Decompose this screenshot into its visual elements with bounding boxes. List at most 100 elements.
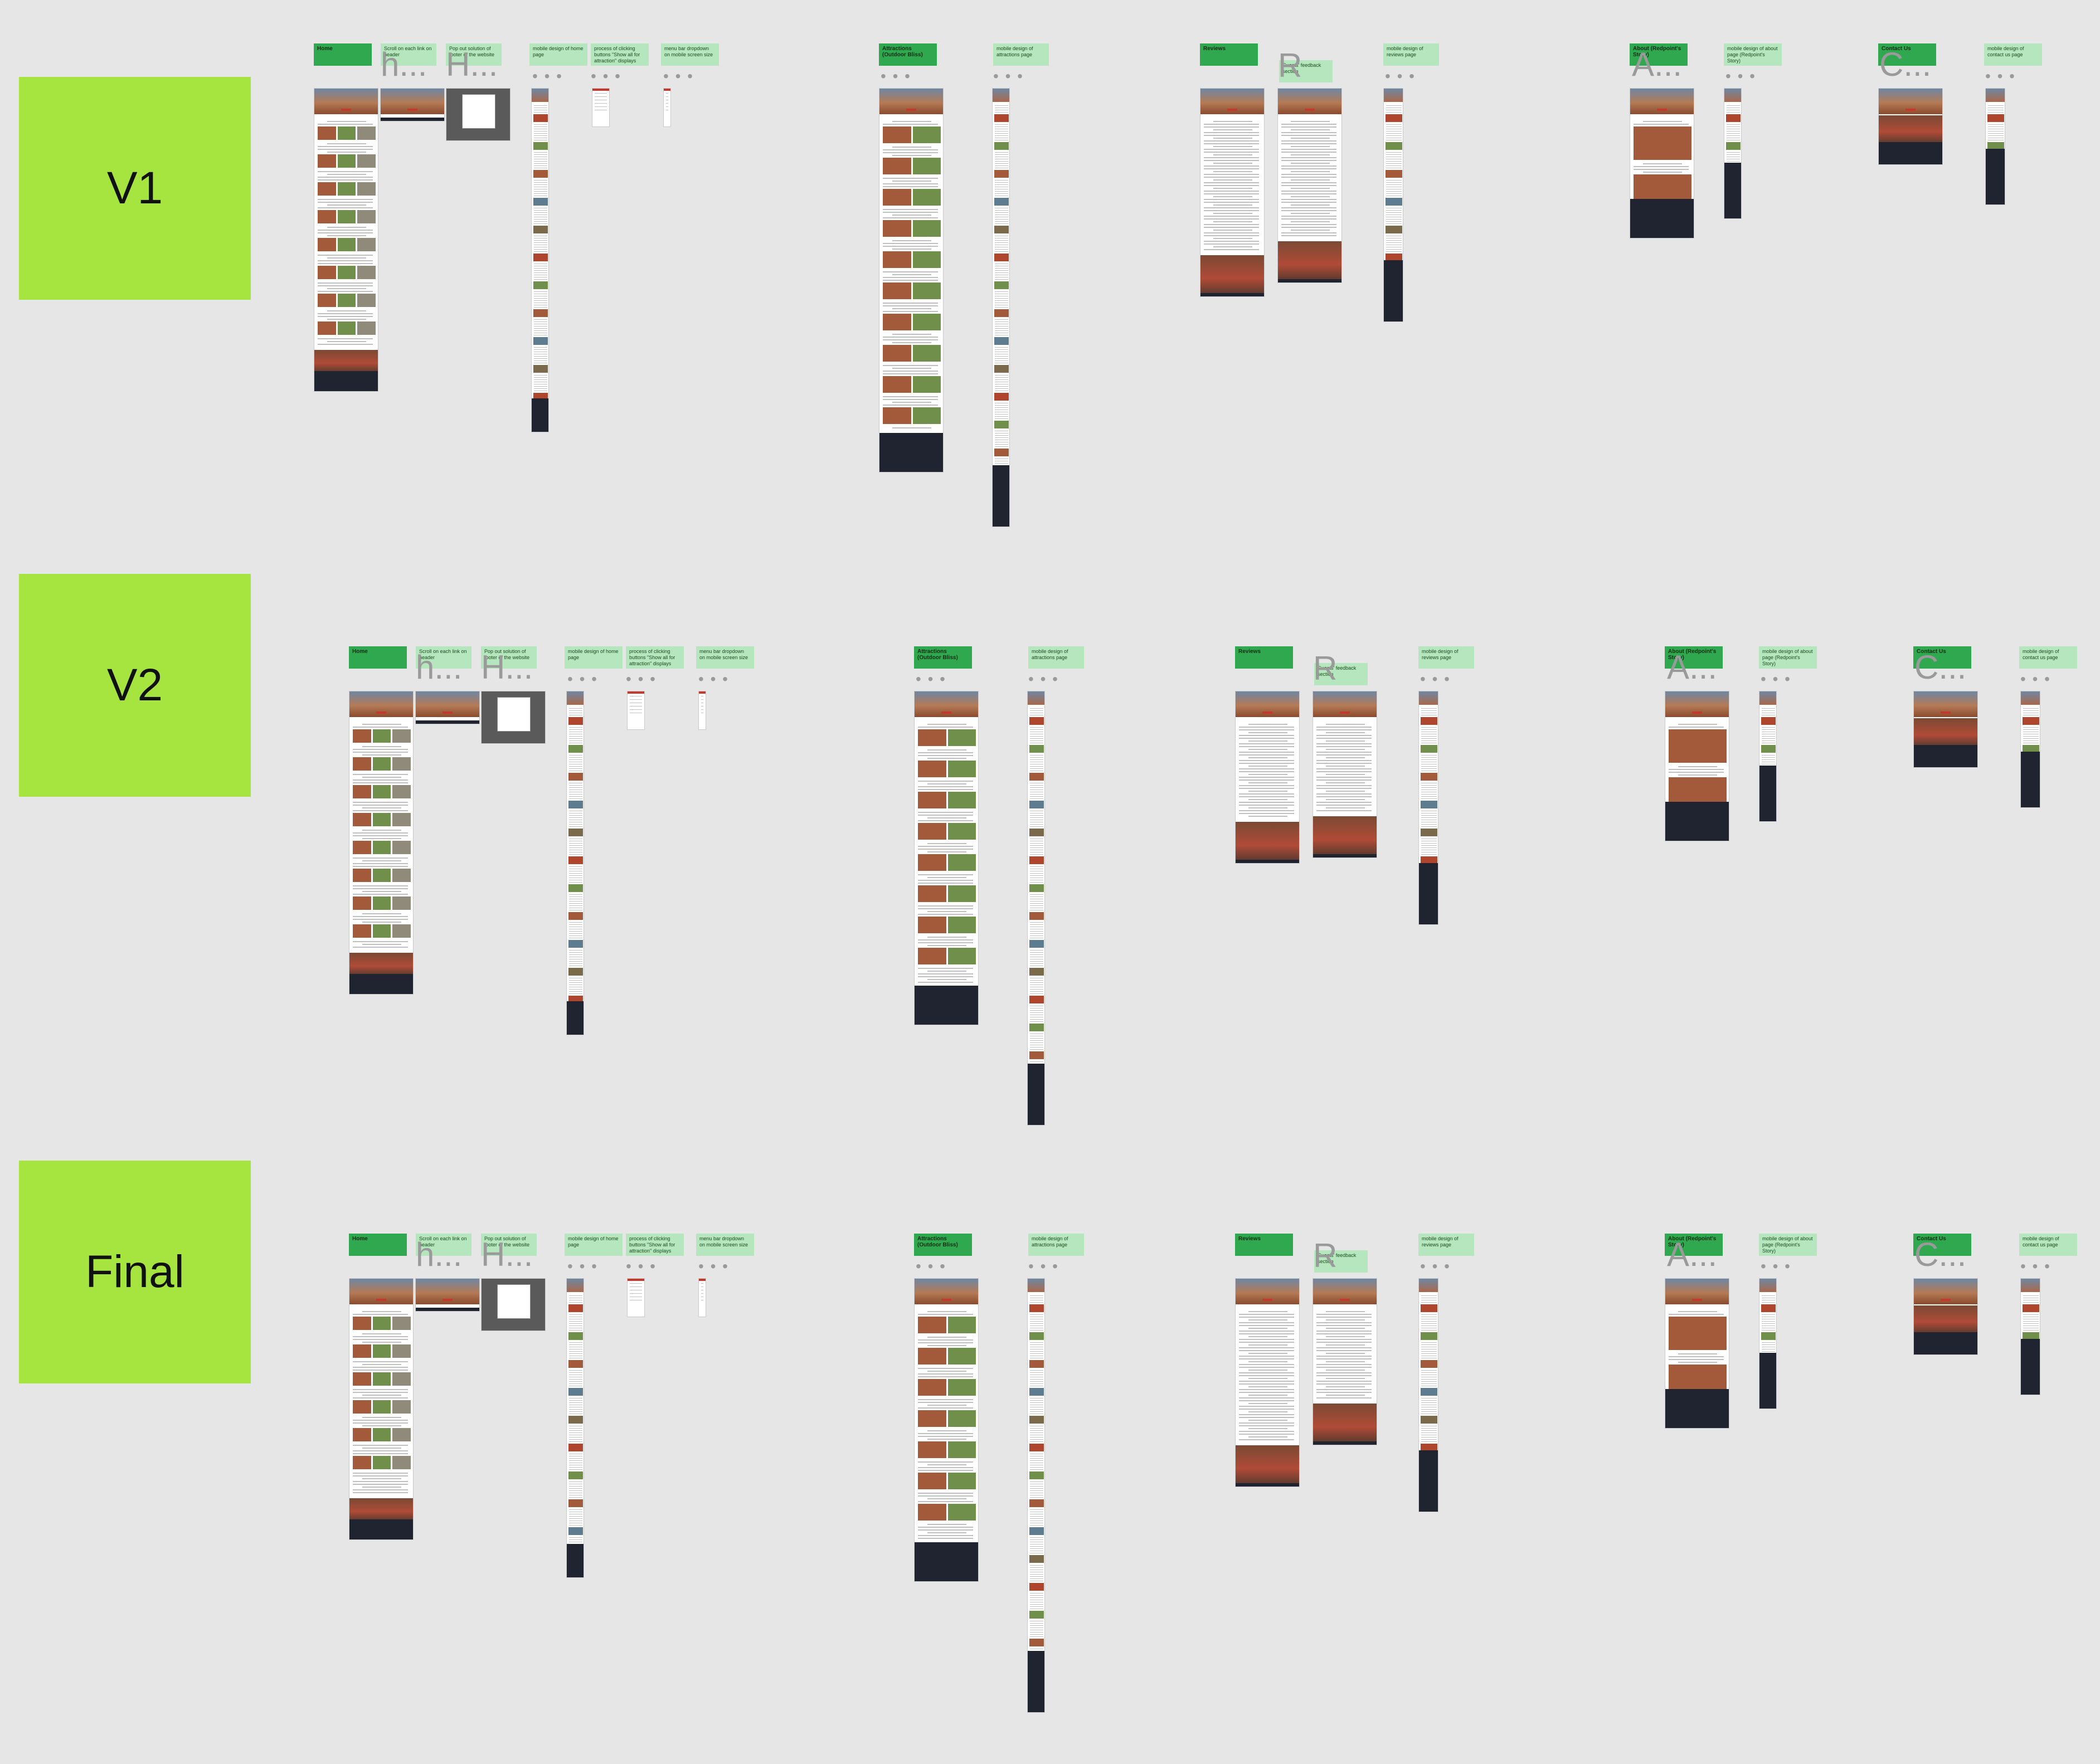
frame-home-mobile[interactable] [531, 88, 549, 432]
frame-home-scroll[interactable] [415, 691, 480, 724]
sticky-about-mobile[interactable]: mobile design of about page (Redpoint's … [1759, 646, 1817, 669]
sticky-attractions[interactable]: Attractions (Outdoor Bliss) [879, 43, 937, 66]
sticky-home[interactable]: Home [349, 646, 407, 669]
frame-reviews-mobile[interactable] [1383, 88, 1403, 322]
row-label-v1[interactable]: V1 [19, 77, 251, 300]
frame-home-scroll[interactable] [380, 88, 445, 121]
sticky-about-mobile[interactable]: mobile design of about page (Redpoint's … [1759, 1234, 1817, 1256]
sticky-reviews-mobile[interactable]: mobile design of reviews page [1418, 1234, 1474, 1256]
frame-attractions-desktop[interactable] [914, 691, 979, 1025]
sticky-reviews-mobile[interactable]: mobile design of reviews page [1383, 43, 1439, 66]
frame-home-desktop[interactable] [314, 88, 378, 392]
frame-attractions-mobile[interactable] [1027, 691, 1045, 1125]
frame-attractions-desktop[interactable] [879, 88, 944, 472]
text-line [1239, 1417, 1294, 1418]
frame-attractions-desktop[interactable] [914, 1278, 979, 1582]
frame-about-desktop[interactable] [1665, 1278, 1729, 1429]
frame-contact-desktop[interactable] [1878, 88, 1943, 165]
sticky-home-mobile[interactable]: mobile design of home page [565, 646, 623, 669]
frame-contact-mobile[interactable] [1985, 88, 2005, 205]
promo-banner [349, 1498, 413, 1521]
sticky-reviews[interactable]: Reviews [1235, 646, 1293, 669]
frame-reviews-mobile[interactable] [1418, 1278, 1438, 1512]
sticky-contact-mobile[interactable]: mobile design of contact us page [1984, 43, 2042, 66]
text-line [1248, 816, 1287, 817]
frame-contact-mobile[interactable] [2020, 691, 2040, 808]
frame-reviews-mobile[interactable] [1418, 691, 1438, 925]
sticky-about-mobile[interactable]: mobile design of about page (Redpoint's … [1724, 43, 1782, 66]
frame-home-scroll[interactable] [415, 1278, 480, 1312]
sticky-menu-dropdown[interactable]: menu bar dropdown on mobile screen size [696, 1234, 754, 1256]
text-line [1030, 882, 1043, 883]
frame-about-mobile[interactable] [1759, 691, 1777, 822]
text-line [534, 319, 547, 320]
text-line [927, 1524, 966, 1525]
text-line [1248, 807, 1287, 808]
hero-button [1657, 109, 1667, 111]
frame-home-desktop[interactable] [349, 1278, 414, 1540]
sticky-attractions[interactable]: Attractions (Outdoor Bliss) [914, 646, 972, 669]
frame-about-desktop[interactable] [1630, 88, 1694, 238]
frame-attractions-mobile[interactable] [1027, 1278, 1045, 1713]
frame-reviews-feedback[interactable] [1277, 88, 1342, 283]
frame-about-mobile[interactable] [1724, 88, 1742, 219]
frame-show-all-mobile[interactable] [627, 691, 645, 730]
mobile-hero [532, 89, 548, 102]
sticky-show-all[interactable]: process of clicking buttons "Show all fo… [591, 43, 649, 66]
text-line [1030, 1623, 1043, 1624]
frame-reviews-desktop[interactable] [1200, 88, 1265, 297]
frame-show-all-mobile[interactable] [627, 1278, 645, 1317]
frame-about-mobile[interactable] [1759, 1278, 1777, 1409]
figma-canvas[interactable]: V1 V2 Final Home Scroll on each link on h… [0, 0, 2100, 1764]
sticky-reviews[interactable]: Reviews [1200, 43, 1258, 66]
sticky-attractions-mobile[interactable]: mobile design of attractions page [1028, 646, 1084, 669]
frame-contact-mobile[interactable] [2020, 1278, 2040, 1395]
text-line [1030, 815, 1043, 816]
frame-reviews-feedback[interactable] [1312, 691, 1377, 858]
gallery-image [947, 729, 976, 746]
sticky-menu-dropdown[interactable]: menu bar dropdown on mobile screen size [661, 43, 719, 66]
row-label-v2[interactable]: V2 [19, 574, 251, 797]
frame-reviews-desktop[interactable] [1235, 691, 1300, 864]
frame-home-mobile[interactable] [566, 691, 584, 1035]
frame-reviews-desktop[interactable] [1235, 1278, 1300, 1487]
sticky-reviews-mobile[interactable]: mobile design of reviews page [1418, 646, 1474, 669]
sticky-contact-mobile[interactable]: mobile design of contact us page [2019, 1234, 2077, 1256]
frame-menu-dropdown[interactable] [698, 691, 706, 730]
sticky-attractions-mobile[interactable]: mobile design of attractions page [1028, 1234, 1084, 1256]
sticky-home-mobile[interactable]: mobile design of home page [529, 43, 587, 66]
frame-contact-desktop[interactable] [1913, 1278, 1978, 1355]
frame-menu-dropdown[interactable] [663, 88, 671, 127]
frame-reviews-feedback[interactable] [1312, 1278, 1377, 1445]
site-footer [1313, 1441, 1377, 1445]
sticky-show-all[interactable]: process of clicking buttons "Show all fo… [626, 646, 684, 669]
frame-footer-popout[interactable] [446, 88, 511, 141]
sticky-menu-dropdown[interactable]: menu bar dropdown on mobile screen size [696, 646, 754, 669]
text-line [1316, 796, 1372, 797]
site-footer [915, 986, 978, 1025]
gallery-image [372, 1400, 391, 1414]
mobile-image [1386, 198, 1402, 206]
text-line [1204, 193, 1259, 194]
frame-home-mobile[interactable] [566, 1278, 584, 1578]
hero-button [341, 109, 351, 111]
text-line [569, 1430, 582, 1431]
frame-contact-desktop[interactable] [1913, 691, 1978, 768]
row-label-final[interactable]: Final [19, 1161, 251, 1383]
text-line [569, 882, 582, 883]
frame-footer-popout[interactable] [481, 1278, 546, 1331]
frame-menu-dropdown[interactable] [698, 1278, 706, 1317]
frame-show-all-mobile[interactable] [592, 88, 610, 127]
frame-footer-popout[interactable] [481, 691, 546, 744]
sticky-reviews[interactable]: Reviews [1235, 1234, 1293, 1256]
sticky-attractions[interactable]: Attractions (Outdoor Bliss) [914, 1234, 972, 1256]
sticky-contact-mobile[interactable]: mobile design of contact us page [2019, 646, 2077, 669]
sticky-attractions-mobile[interactable]: mobile design of attractions page [993, 43, 1049, 66]
sticky-home[interactable]: Home [314, 43, 372, 66]
frame-attractions-mobile[interactable] [992, 88, 1010, 527]
sticky-home[interactable]: Home [349, 1234, 407, 1256]
sticky-home-mobile[interactable]: mobile design of home page [565, 1234, 623, 1256]
sticky-show-all[interactable]: process of clicking buttons "Show all fo… [626, 1234, 684, 1256]
frame-home-desktop[interactable] [349, 691, 414, 995]
frame-about-desktop[interactable] [1665, 691, 1729, 841]
